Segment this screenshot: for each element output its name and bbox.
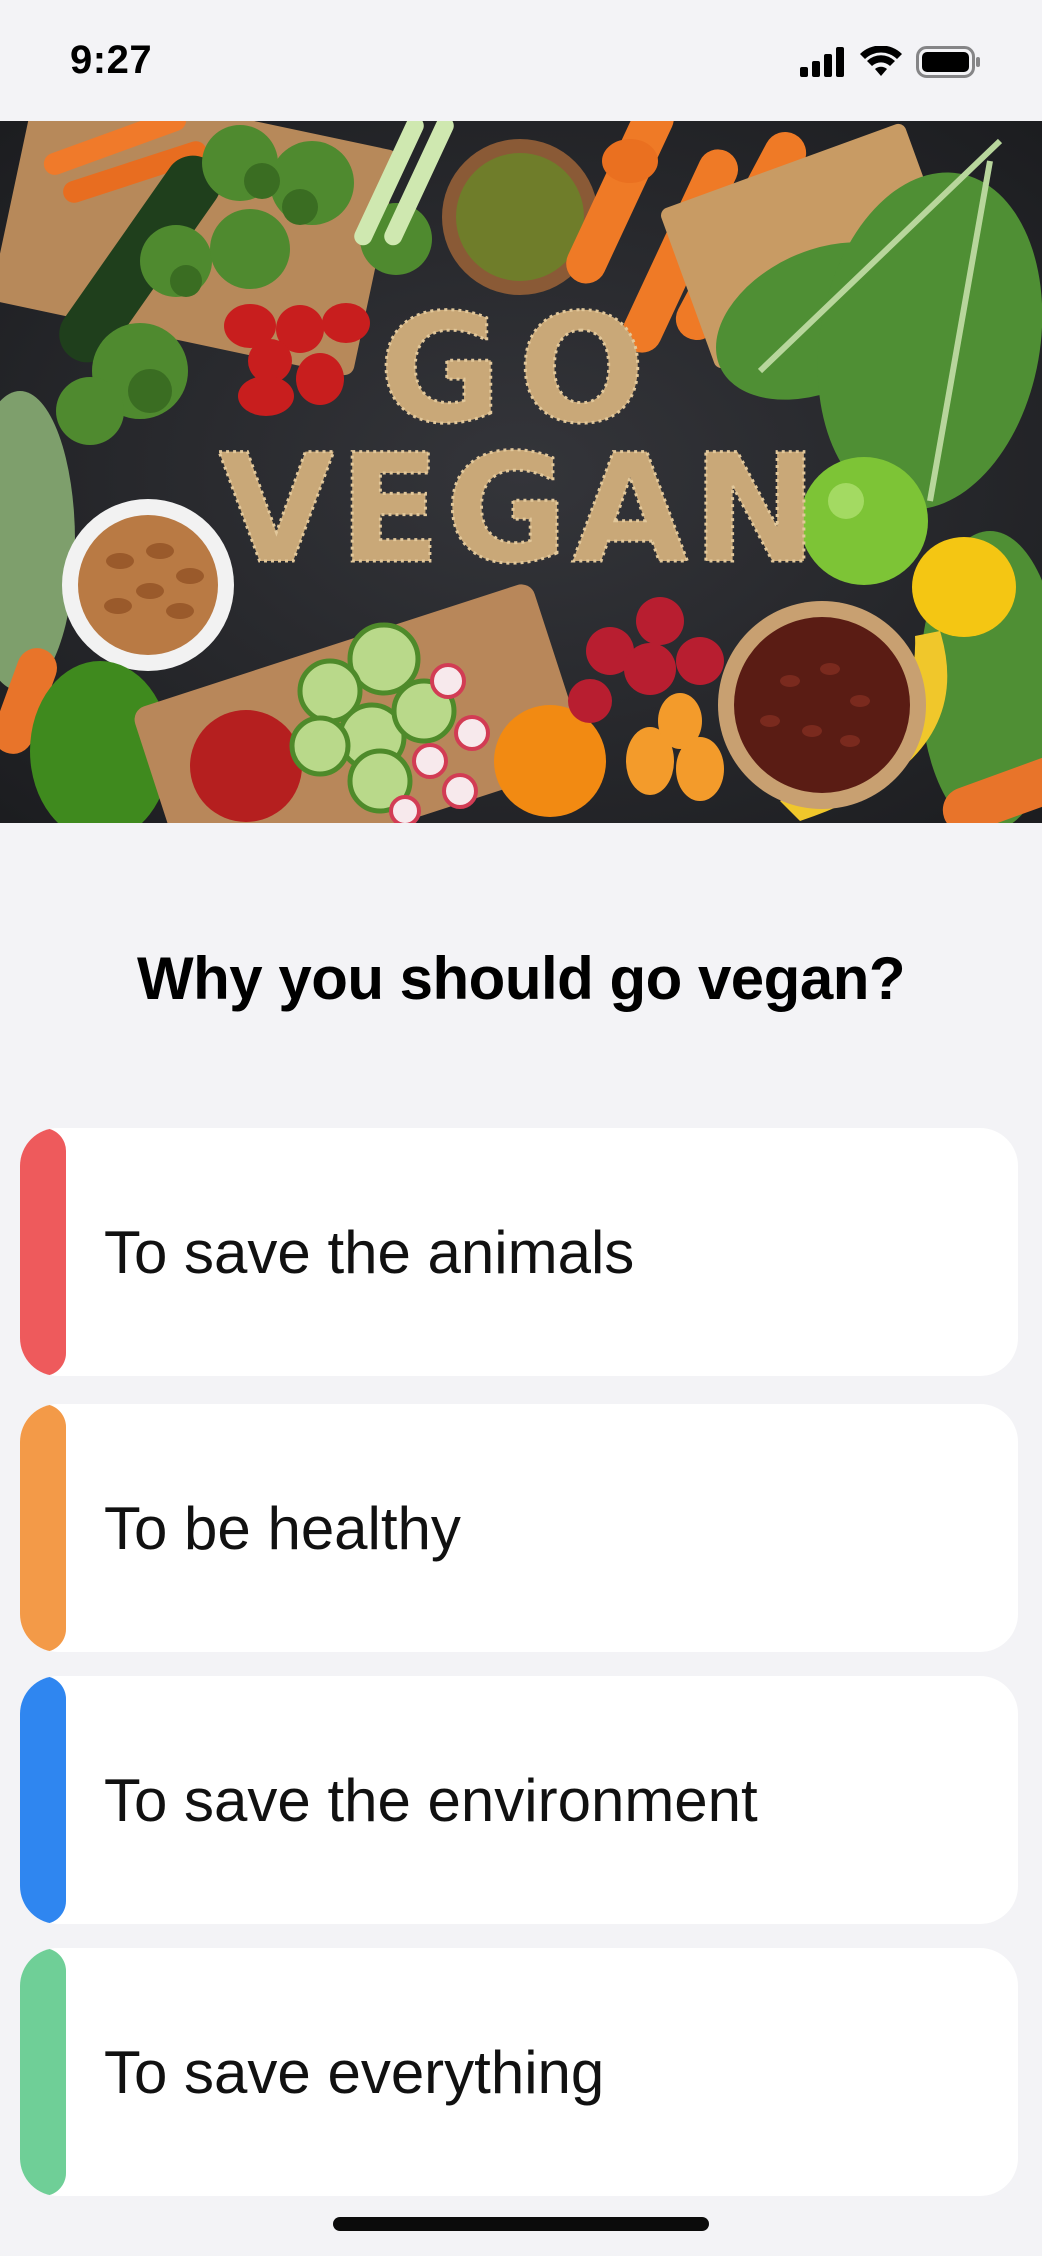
wifi-icon — [860, 44, 902, 83]
hero-image: GO VEGAN — [0, 121, 1042, 823]
battery-icon — [916, 45, 982, 83]
option-label: To save the animals — [104, 1218, 635, 1286]
answer-option-save-environment[interactable]: To save the environment — [20, 1676, 1018, 1924]
option-accent-bar — [20, 1676, 66, 1924]
cellular-signal-icon — [800, 46, 846, 82]
quiz-question: Why you should go vegan? — [137, 945, 906, 1012]
status-bar: 9:27 — [0, 0, 1042, 121]
answer-option-be-healthy[interactable]: To be healthy — [20, 1404, 1018, 1652]
option-accent-bar — [20, 1128, 66, 1376]
status-time: 9:27 — [70, 38, 153, 82]
answer-option-save-animals[interactable]: To save the animals — [20, 1128, 1018, 1376]
option-label: To save everything — [104, 2038, 605, 2106]
answer-option-save-everything[interactable]: To save everything — [20, 1948, 1018, 2196]
home-indicator[interactable] — [333, 2217, 709, 2231]
hero-text-vegan: VEGAN — [218, 423, 821, 597]
option-accent-bar — [20, 1404, 66, 1652]
option-accent-bar — [20, 1948, 66, 2196]
option-label: To be healthy — [104, 1494, 461, 1562]
option-label: To save the environment — [104, 1766, 758, 1834]
status-icons — [800, 44, 982, 83]
